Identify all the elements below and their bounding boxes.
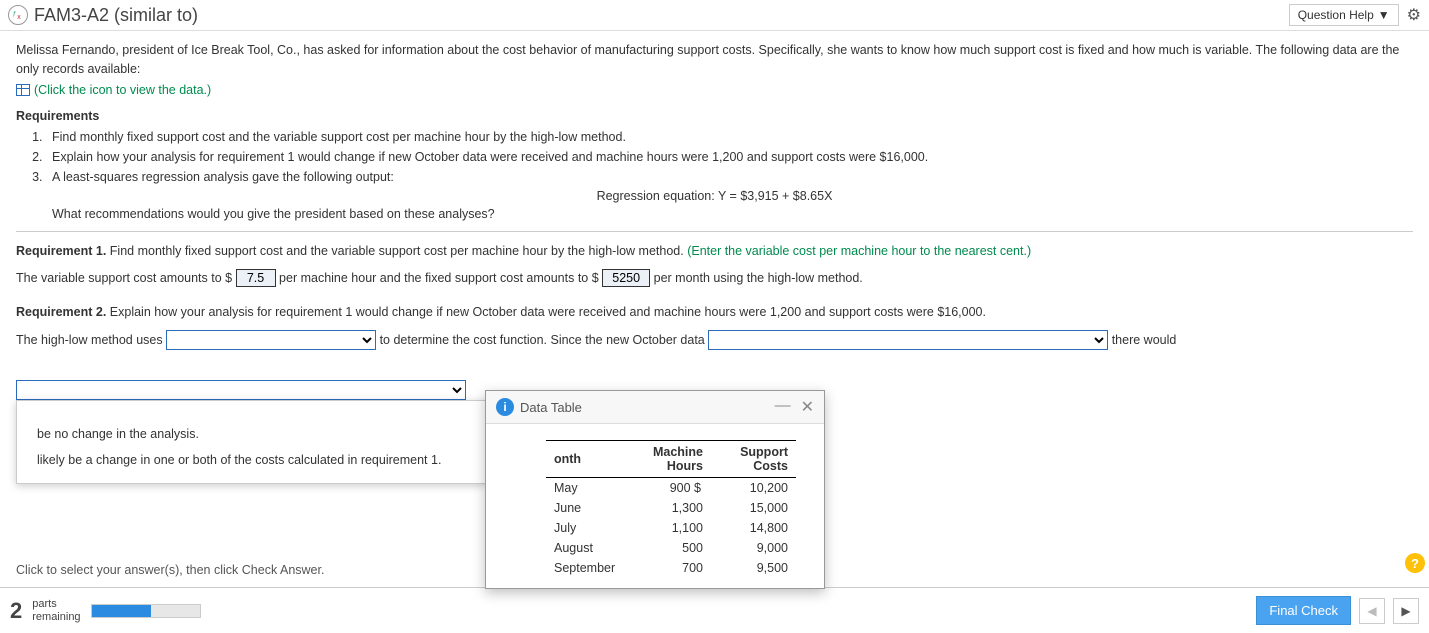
final-check-button[interactable]: Final Check bbox=[1256, 596, 1351, 625]
text: to determine the cost function. Since th… bbox=[376, 333, 708, 347]
text: there would bbox=[1108, 333, 1176, 347]
requirement-item: A least-squares regression analysis gave… bbox=[46, 167, 1413, 187]
cell: 15,000 bbox=[711, 498, 796, 518]
close-icon[interactable]: ✕ bbox=[801, 397, 814, 417]
cell: July bbox=[546, 518, 623, 538]
footer-left: 2 parts remaining bbox=[10, 598, 201, 624]
requirement-item: Explain how your analysis for requiremen… bbox=[46, 147, 1413, 167]
parts-count: 2 bbox=[10, 598, 22, 624]
intro-paragraph: Melissa Fernando, president of Ice Break… bbox=[16, 41, 1413, 79]
table-row: June1,30015,000 bbox=[546, 498, 796, 518]
text: The variable support cost amounts to $ bbox=[16, 271, 236, 285]
req1-text: Find monthly fixed support cost and the … bbox=[106, 244, 687, 258]
formula-incorrect-icon: fx bbox=[8, 5, 28, 25]
page-title: FAM3-A2 (similar to) bbox=[34, 5, 198, 26]
data-table: onth Machine Hours Support Costs May900 … bbox=[546, 440, 796, 578]
table-row: September7009,500 bbox=[546, 558, 796, 578]
data-table-wrap: onth Machine Hours Support Costs May900 … bbox=[486, 424, 824, 588]
fixed-cost-input[interactable] bbox=[602, 269, 650, 287]
question-body: Melissa Fernando, president of Ice Break… bbox=[0, 31, 1429, 363]
minimize-icon[interactable]: — bbox=[775, 397, 791, 417]
text: per month using the high-low method. bbox=[650, 271, 863, 285]
regression-equation: Regression equation: Y = $3,915 + $8.65X bbox=[16, 189, 1413, 203]
view-data-label: (Click the icon to view the data.) bbox=[34, 83, 211, 97]
question-help-button[interactable]: Question Help ▼ bbox=[1289, 4, 1399, 26]
req1-hint: (Enter the variable cost per machine hou… bbox=[687, 244, 1031, 258]
requirements-list: Find monthly fixed support cost and the … bbox=[46, 127, 1413, 187]
cell: September bbox=[546, 558, 623, 578]
divider bbox=[16, 231, 1413, 232]
dropdown-popup: be no change in the analysis. likely be … bbox=[16, 400, 486, 484]
popup-title-group: i Data Table bbox=[496, 398, 582, 416]
table-row: August5009,000 bbox=[546, 538, 796, 558]
data-table-popup: i Data Table — ✕ onth Machine Hours Supp… bbox=[485, 390, 825, 589]
requirements-heading: Requirements bbox=[16, 109, 1413, 123]
table-icon bbox=[16, 84, 30, 96]
cell: 1,100 bbox=[623, 518, 711, 538]
cell: 9,500 bbox=[711, 558, 796, 578]
table-row: July1,10014,800 bbox=[546, 518, 796, 538]
req1-answer-sentence: The variable support cost amounts to $ p… bbox=[16, 266, 1413, 291]
requirement-followup: What recommendations would you give the … bbox=[52, 207, 1413, 221]
requirement-item: Find monthly fixed support cost and the … bbox=[46, 127, 1413, 147]
popup-header: i Data Table — ✕ bbox=[486, 391, 824, 424]
window-header: fx FAM3-A2 (similar to) Question Help ▼ … bbox=[0, 0, 1429, 31]
text: per machine hour and the fixed support c… bbox=[276, 271, 603, 285]
req2-answer-sentence: The high-low method uses to determine th… bbox=[16, 328, 1413, 353]
table-header-row: onth Machine Hours Support Costs bbox=[546, 441, 796, 478]
prev-button[interactable]: ◀ bbox=[1359, 598, 1385, 624]
cell: 500 bbox=[623, 538, 711, 558]
parts-label: parts remaining bbox=[32, 598, 80, 622]
footer: 2 parts remaining Final Check ◀ ▶ bbox=[0, 587, 1429, 633]
text: remaining bbox=[32, 611, 80, 623]
footer-right: Final Check ◀ ▶ bbox=[1256, 596, 1419, 625]
cell: August bbox=[546, 538, 623, 558]
question-help-label: Question Help bbox=[1298, 8, 1374, 22]
highlow-select-1[interactable] bbox=[166, 330, 376, 350]
highlow-select-3[interactable] bbox=[16, 380, 466, 400]
next-button[interactable]: ▶ bbox=[1393, 598, 1419, 624]
table-body: May900 $10,200 June1,30015,000 July1,100… bbox=[546, 478, 796, 579]
svg-text:f: f bbox=[13, 11, 16, 18]
cell: May bbox=[546, 478, 623, 499]
chevron-down-icon: ▼ bbox=[1378, 8, 1390, 22]
req2-label: Requirement 2. bbox=[16, 305, 106, 319]
table-row: May900 $10,200 bbox=[546, 478, 796, 499]
cell: 700 bbox=[623, 558, 711, 578]
cell: 1,300 bbox=[623, 498, 711, 518]
cell: 900 $ bbox=[623, 478, 711, 499]
col-support-costs: Support Costs bbox=[711, 441, 796, 478]
dropdown-option[interactable]: likely be a change in one or both of the… bbox=[37, 447, 475, 473]
svg-text:x: x bbox=[17, 14, 21, 21]
cell: 14,800 bbox=[711, 518, 796, 538]
gear-icon[interactable]: ⚙ bbox=[1407, 5, 1421, 25]
highlow-select-2[interactable] bbox=[708, 330, 1108, 350]
cell: June bbox=[546, 498, 623, 518]
dropdown-option[interactable]: be no change in the analysis. bbox=[37, 421, 475, 447]
cell: 10,200 bbox=[711, 478, 796, 499]
text: The high-low method uses bbox=[16, 333, 166, 347]
popup-controls: — ✕ bbox=[775, 397, 814, 417]
header-left: fx FAM3-A2 (similar to) bbox=[8, 5, 198, 26]
progress-bar bbox=[91, 604, 201, 618]
req2-line: Requirement 2. Explain how your analysis… bbox=[16, 303, 1413, 322]
variable-cost-input[interactable] bbox=[236, 269, 276, 287]
info-icon: i bbox=[496, 398, 514, 416]
col-machine-hours: Machine Hours bbox=[623, 441, 711, 478]
req1-label: Requirement 1. bbox=[16, 244, 106, 258]
progress-fill bbox=[92, 605, 151, 617]
text: parts bbox=[32, 598, 80, 610]
help-badge-icon[interactable]: ? bbox=[1405, 553, 1425, 573]
view-data-link[interactable]: (Click the icon to view the data.) bbox=[16, 83, 1413, 97]
req1-line: Requirement 1. Find monthly fixed suppor… bbox=[16, 242, 1413, 261]
header-right: Question Help ▼ ⚙ bbox=[1289, 4, 1421, 26]
popup-title: Data Table bbox=[520, 400, 582, 415]
col-month: onth bbox=[546, 441, 623, 478]
req2-text: Explain how your analysis for requiremen… bbox=[106, 305, 986, 319]
cell: 9,000 bbox=[711, 538, 796, 558]
answer-hint: Click to select your answer(s), then cli… bbox=[16, 563, 324, 577]
